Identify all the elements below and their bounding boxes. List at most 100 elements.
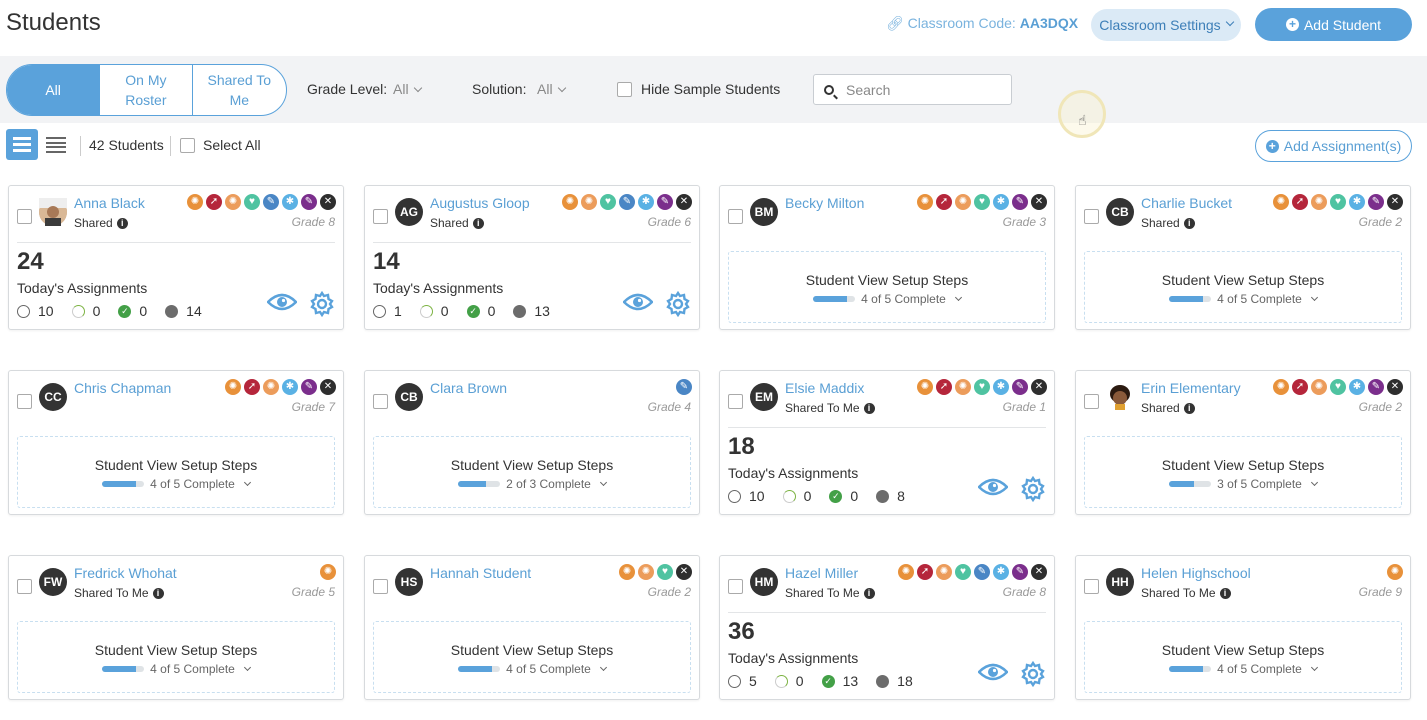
avatar: HH — [1106, 568, 1134, 596]
student-name-link[interactable]: Clara Brown — [430, 380, 507, 396]
student-name-link[interactable]: Chris Chapman — [74, 380, 171, 396]
sharing-status: Shared To Me i — [785, 401, 875, 415]
solution-select[interactable]: All — [537, 81, 566, 97]
student-checkbox[interactable] — [728, 579, 743, 594]
info-icon[interactable]: i — [1219, 588, 1231, 599]
setup-steps-title: Student View Setup Steps — [450, 457, 614, 473]
student-card[interactable]: Erin Elementary Shared i ✺ ➚ ✺ ♥ ✱ ✎ ✕ Grade 2 … — [1075, 370, 1411, 515]
student-name-link[interactable]: Erin Elementary — [1141, 380, 1241, 396]
todays-assignments-label: Today's Assignments — [728, 465, 859, 481]
hide-sample-checkbox[interactable] — [617, 82, 632, 97]
gear-icon[interactable] — [1020, 476, 1046, 502]
segment-on-my-roster[interactable]: On My Roster — [100, 65, 193, 115]
completed-count: 13 — [842, 673, 859, 689]
eye-icon[interactable] — [978, 662, 1008, 682]
student-card[interactable]: CC Chris Chapman ✺ ➚ ✺ ✱ ✎ ✕ Grade 7 Student … — [8, 370, 344, 515]
card-divider — [373, 242, 691, 243]
info-icon[interactable]: i — [116, 218, 128, 229]
info-icon[interactable]: i — [472, 218, 484, 229]
setup-progress[interactable]: 4 of 5 Complete — [374, 662, 690, 676]
classroom-code[interactable]: 🔗︎ Classroom Code: AA3DQX — [886, 15, 1078, 32]
heart-icon: ♥ — [1330, 194, 1346, 210]
sharing-status: Shared i — [1141, 401, 1195, 415]
student-checkbox[interactable] — [728, 209, 743, 224]
sharing-status: Shared i — [430, 216, 484, 230]
sharing-status: Shared To Me i — [1141, 586, 1231, 600]
gear-icon[interactable] — [309, 291, 335, 317]
student-card[interactable]: Anna Black Shared i ✺ ➚ ✺ ♥ ✎ ✱ ✎ ✕ Grade 8 24 T… — [8, 185, 344, 330]
student-checkbox[interactable] — [373, 579, 388, 594]
segment-all[interactable]: All — [7, 65, 101, 115]
add-assignments-button[interactable]: + Add Assignment(s) — [1255, 130, 1412, 162]
student-checkbox[interactable] — [17, 579, 32, 594]
completed-icon: ✓ — [466, 304, 480, 318]
eye-icon[interactable] — [267, 292, 297, 312]
figure-icon: ✱ — [282, 379, 298, 395]
student-checkbox[interactable] — [1084, 394, 1099, 409]
eye-icon[interactable] — [978, 477, 1008, 497]
info-icon[interactable]: i — [152, 588, 164, 599]
info-icon[interactable]: i — [863, 588, 875, 599]
student-name-link[interactable]: Hannah Student — [430, 565, 531, 581]
student-card[interactable]: HS Hannah Student ✺ ✺ ♥ ✕ Grade 2 Student V… — [364, 555, 700, 700]
student-checkbox[interactable] — [373, 394, 388, 409]
student-card[interactable]: BM Becky Milton ✺ ➚ ✺ ♥ ✱ ✎ ✕ Grade 3 Student … — [719, 185, 1055, 330]
tools-icon: ✕ — [676, 564, 692, 580]
book-icon: ✎ — [619, 194, 635, 210]
setup-progress[interactable]: 4 of 5 Complete — [1085, 292, 1401, 306]
student-card[interactable]: HM Hazel Miller Shared To Me i ✺ ➚ ✺ ♥ ✎ ✱ ✎ ✕ G… — [719, 555, 1055, 700]
student-card[interactable]: EM Elsie Maddix Shared To Me i ✺ ➚ ✺ ♥ ✱ ✎ ✕ Gr… — [719, 370, 1055, 515]
list-view-button[interactable] — [46, 137, 66, 153]
in-progress-count: 0 — [803, 488, 812, 504]
student-name-link[interactable]: Fredrick Whohat — [74, 565, 177, 581]
setup-progress[interactable]: 4 of 5 Complete — [18, 477, 334, 491]
setup-progress[interactable]: 4 of 5 Complete — [18, 662, 334, 676]
gear-icon[interactable] — [665, 291, 691, 317]
student-name-link[interactable]: Becky Milton — [785, 195, 864, 211]
grade-level-select[interactable]: All — [393, 81, 422, 97]
student-name-link[interactable]: Helen Highschool — [1141, 565, 1251, 581]
info-icon[interactable]: i — [1183, 403, 1195, 414]
student-checkbox[interactable] — [373, 209, 388, 224]
eye-icon[interactable] — [623, 292, 653, 312]
setup-steps-panel: Student View Setup Steps 4 of 5 Complete — [17, 621, 335, 693]
student-name-link[interactable]: Charlie Bucket — [1141, 195, 1232, 211]
setup-progress[interactable]: 4 of 5 Complete — [729, 292, 1045, 306]
in-progress-icon — [782, 489, 796, 503]
student-name-link[interactable]: Hazel Miller — [785, 565, 858, 581]
notebook-icon: ✎ — [1368, 379, 1384, 395]
student-card[interactable]: HH Helen Highschool Shared To Me i ✺ Grad… — [1075, 555, 1411, 700]
info-icon[interactable]: i — [863, 403, 875, 414]
student-name-link[interactable]: Anna Black — [74, 195, 145, 211]
student-count: 42 Students — [89, 137, 164, 153]
add-student-button[interactable]: + Add Student — [1255, 8, 1412, 41]
setup-progress[interactable]: 4 of 5 Complete — [1085, 662, 1401, 676]
grid-view-button[interactable] — [6, 129, 38, 160]
search-input[interactable] — [846, 81, 996, 98]
setup-progress[interactable]: 2 of 3 Complete — [374, 477, 690, 491]
segment-shared-to-me[interactable]: Shared To Me — [193, 65, 286, 115]
divider — [170, 136, 171, 156]
info-icon[interactable]: i — [1183, 218, 1195, 229]
book-icon: ✎ — [974, 564, 990, 580]
setup-steps-title: Student View Setup Steps — [1161, 642, 1325, 658]
setup-progress[interactable]: 3 of 5 Complete — [1085, 477, 1401, 491]
student-checkbox[interactable] — [1084, 209, 1099, 224]
student-name-link[interactable]: Augustus Gloop — [430, 195, 530, 211]
student-checkbox[interactable] — [1084, 579, 1099, 594]
student-name-link[interactable]: Elsie Maddix — [785, 380, 864, 396]
student-card[interactable]: AG Augustus Gloop Shared i ✺ ✺ ♥ ✎ ✱ ✎ ✕ Grade … — [364, 185, 700, 330]
setup-progress-label: 4 of 5 Complete — [150, 662, 235, 676]
select-all-checkbox[interactable] — [180, 138, 195, 153]
student-checkbox[interactable] — [17, 394, 32, 409]
student-checkbox[interactable] — [17, 209, 32, 224]
student-card[interactable]: CB Clara Brown ✎ Grade 4 Student View Se… — [364, 370, 700, 515]
not-started-icon — [728, 489, 741, 503]
student-checkbox[interactable] — [728, 394, 743, 409]
notebook-icon: ✎ — [1012, 194, 1028, 210]
classroom-settings-button[interactable]: Classroom Settings — [1091, 9, 1241, 41]
gear-icon[interactable] — [1020, 661, 1046, 687]
setup-progress-label: 4 of 5 Complete — [1217, 662, 1302, 676]
student-card[interactable]: CB Charlie Bucket Shared i ✺ ➚ ✺ ♥ ✱ ✎ ✕ Grade … — [1075, 185, 1411, 330]
student-card[interactable]: FW Fredrick Whohat Shared To Me i ✺ Grade… — [8, 555, 344, 700]
